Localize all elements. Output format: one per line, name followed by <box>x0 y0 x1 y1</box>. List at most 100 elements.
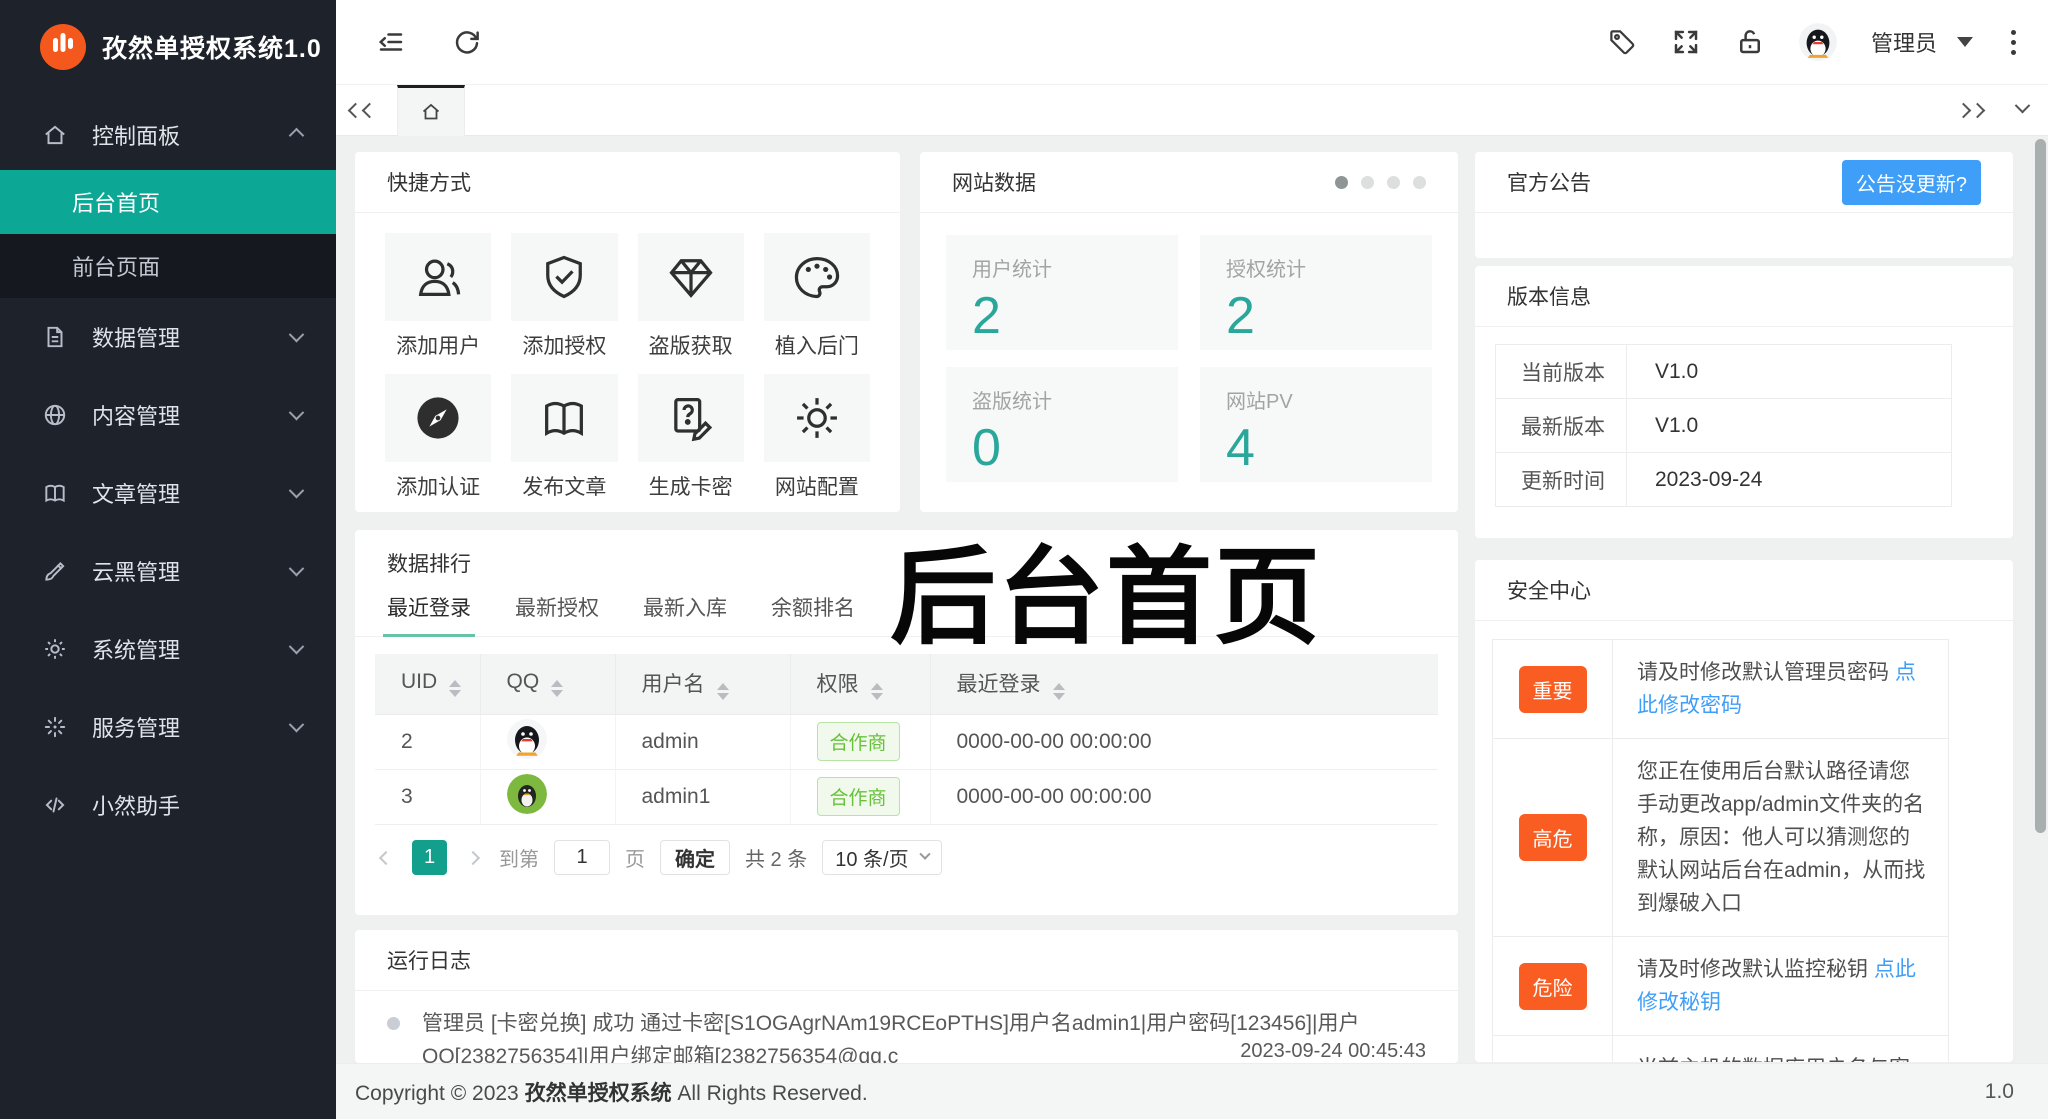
sidebar-nav: 控制面板 后台首页 前台页面 数据管理 内容管理 文章管理 云黑管理 系统管理 … <box>0 100 336 844</box>
sidebar-item-assistant[interactable]: 小然助手 <box>0 766 336 844</box>
sidebar-item-article-management[interactable]: 文章管理 <box>0 454 336 532</box>
log-timestamp: 2023-09-24 00:45:43 <box>1240 1040 1426 1062</box>
security-text: 请及时修改默认管理员密码 <box>1637 661 1895 684</box>
sidebar-item-label: 文章管理 <box>92 482 181 507</box>
shortcut-site-config[interactable]: 网站配置 <box>763 374 870 501</box>
next-page-icon[interactable] <box>462 840 484 875</box>
tab-recent-login[interactable]: 最近登录 <box>383 592 475 637</box>
sort-icon[interactable] <box>1052 682 1065 700</box>
table-row: 重要 请及时修改默认管理员密码 点此修改密码 <box>1492 639 1949 739</box>
log-entry: 管理员 [卡密兑换] 成功 通过卡密[S1OGAgrNAm19RCEoPTHS]… <box>355 991 1458 1063</box>
panel-security-center: 安全中心 重要 请及时修改默认管理员密码 点此修改密码 高危 您正在使用后台默认… <box>1475 560 2013 1062</box>
sidebar-item-content-management[interactable]: 内容管理 <box>0 376 336 454</box>
lock-icon[interactable] <box>1735 27 1765 57</box>
sort-icon[interactable] <box>716 682 729 700</box>
shortcut-add-auth[interactable]: 添加认证 <box>385 374 492 501</box>
tag-icon[interactable] <box>1607 27 1637 57</box>
security-text: 您正在使用后台默认路径请您手动更改app/admin文件夹的名称，原因：他人可以… <box>1637 760 1926 915</box>
tab-home[interactable] <box>397 84 465 136</box>
shortcut-plant-backdoor[interactable]: 植入后门 <box>763 233 870 360</box>
collapse-sidebar-icon[interactable] <box>376 27 406 57</box>
sort-icon[interactable] <box>551 680 564 698</box>
announcement-refresh-button[interactable]: 公告没更新? <box>1841 159 1981 205</box>
sidebar-item-label: 服务管理 <box>92 716 181 741</box>
per-page-select[interactable]: 10 条/页 <box>822 839 942 875</box>
cell-role: 合作商 <box>790 769 931 825</box>
table-row[interactable]: 3 admin1 合作商 0000-00-00 00:00:00 <box>375 769 1438 825</box>
sidebar-subitem-backend-home[interactable]: 后台首页 <box>0 170 336 234</box>
refresh-icon[interactable] <box>452 27 482 57</box>
sidebar-item-label: 数据管理 <box>92 326 181 351</box>
confirm-button[interactable]: 确定 <box>660 839 730 875</box>
brush-icon <box>42 558 68 584</box>
per-page-value: 10 条/页 <box>835 848 909 871</box>
col-header-uid[interactable]: UID <box>375 654 481 715</box>
col-header-qq[interactable]: QQ <box>479 654 616 715</box>
shortcut-publish-article[interactable]: 发布文章 <box>511 374 618 501</box>
chevron-down-icon <box>288 716 305 732</box>
card-question-icon <box>673 397 712 442</box>
user-name[interactable]: 管理员 <box>1871 26 1937 58</box>
shortcut-label: 添加认证 <box>396 476 481 499</box>
col-header-role[interactable]: 权限 <box>789 654 931 715</box>
compass-icon <box>417 397 459 439</box>
app-logo-icon <box>40 24 86 70</box>
sidebar-subitem-label: 后台首页 <box>72 191 161 216</box>
user-avatar[interactable] <box>1798 23 1837 61</box>
table-row: 高危 您正在使用后台默认路径请您手动更改app/admin文件夹的名称，原因：他… <box>1492 738 1949 937</box>
goto-page-input[interactable] <box>554 839 610 875</box>
security-text: 当前主机的数据库用户名与密码相同，极易被黑客破解，请及时修改数据库密码 <box>1637 1057 1910 1062</box>
tabs-menu-icon[interactable] <box>1997 97 2048 119</box>
sidebar-subitem-frontend-page[interactable]: 前台页面 <box>0 234 336 298</box>
stats-grid: 用户统计 2 授权统计 2 盗版统计 0 网站PV 4 <box>920 213 1458 482</box>
copyright-text: Copyright © 2023 孜然单授权系统 All Rights Rese… <box>355 1081 868 1105</box>
log-bullet-icon <box>387 1017 400 1030</box>
chevron-down-icon <box>288 326 305 342</box>
panel-title: 快捷方式 <box>387 172 471 195</box>
user-menu-caret-icon[interactable] <box>1957 37 1973 47</box>
log-line-1: 管理员 [卡密兑换] 成功 通过卡密[S1OGAgrNAm19RCEoPTHS]… <box>422 1012 1360 1035</box>
version-table: 当前版本 V1.0 最新版本 V1.0 更新时间 2023-09-24 <box>1495 344 1952 507</box>
shortcut-piracy-fetch[interactable]: 盗版获取 <box>637 233 744 360</box>
table-row[interactable]: 2 admin 合作商 0000-00-00 00:00:00 <box>375 714 1438 770</box>
add-user-icon <box>418 259 461 296</box>
sidebar-item-cloud-blacklist[interactable]: 云黑管理 <box>0 532 336 610</box>
sidebar-item-control-panel[interactable]: 控制面板 <box>0 100 336 170</box>
cell-last-login: 0000-00-00 00:00:00 <box>930 714 1438 770</box>
code-icon <box>42 792 68 818</box>
shortcut-add-license[interactable]: 添加授权 <box>511 233 618 360</box>
tab-latest-license[interactable]: 最新授权 <box>515 592 599 636</box>
right-column: 官方公告 公告没更新? 版本信息 当前版本 V1.0 最新版本 V1.0 更新时… <box>1475 152 2013 1062</box>
tabs-scroll-right-icon[interactable] <box>1944 102 1997 118</box>
sidebar-subitem-label: 前台页面 <box>72 255 161 280</box>
col-header-username[interactable]: 用户名 <box>614 654 791 715</box>
goto-label: 到第 <box>499 848 539 871</box>
panel-title: 版本信息 <box>1507 286 1591 309</box>
sidebar-item-label: 云黑管理 <box>92 560 181 585</box>
tabs-scroll-left-icon[interactable] <box>336 102 389 118</box>
carousel-dots[interactable] <box>1335 175 1426 189</box>
severity-badge: 高危 <box>1518 814 1587 861</box>
page-scrollbar[interactable] <box>2035 139 2046 833</box>
sort-icon[interactable] <box>449 680 462 698</box>
sidebar-item-data-management[interactable]: 数据管理 <box>0 298 336 376</box>
chevron-up-icon <box>288 127 305 143</box>
sidebar-item-service-management[interactable]: 服务管理 <box>0 688 336 766</box>
prev-page-icon[interactable] <box>375 840 397 875</box>
col-header-last-login[interactable]: 最近登录 <box>929 654 1438 715</box>
footer-version: 1.0 <box>1984 1079 2014 1103</box>
footer: Copyright © 2023 孜然单授权系统 All Rights Rese… <box>336 1063 2048 1119</box>
shortcut-generate-card-key[interactable]: 生成卡密 <box>637 374 744 501</box>
home-icon <box>42 122 68 148</box>
tab-latest-storage[interactable]: 最新入库 <box>643 592 727 636</box>
shortcut-add-user[interactable]: 添加用户 <box>385 233 492 360</box>
fullscreen-icon[interactable] <box>1671 27 1701 57</box>
tab-balance-rank[interactable]: 余额排名 <box>771 592 855 636</box>
sidebar-item-system-management[interactable]: 系统管理 <box>0 610 336 688</box>
panel-title: 安全中心 <box>1507 580 1591 603</box>
page-number-button[interactable]: 1 <box>412 839 447 875</box>
page-word: 页 <box>625 848 645 871</box>
more-options-icon[interactable] <box>2007 26 2020 59</box>
sort-icon[interactable] <box>870 682 883 700</box>
open-book-icon <box>545 401 584 437</box>
